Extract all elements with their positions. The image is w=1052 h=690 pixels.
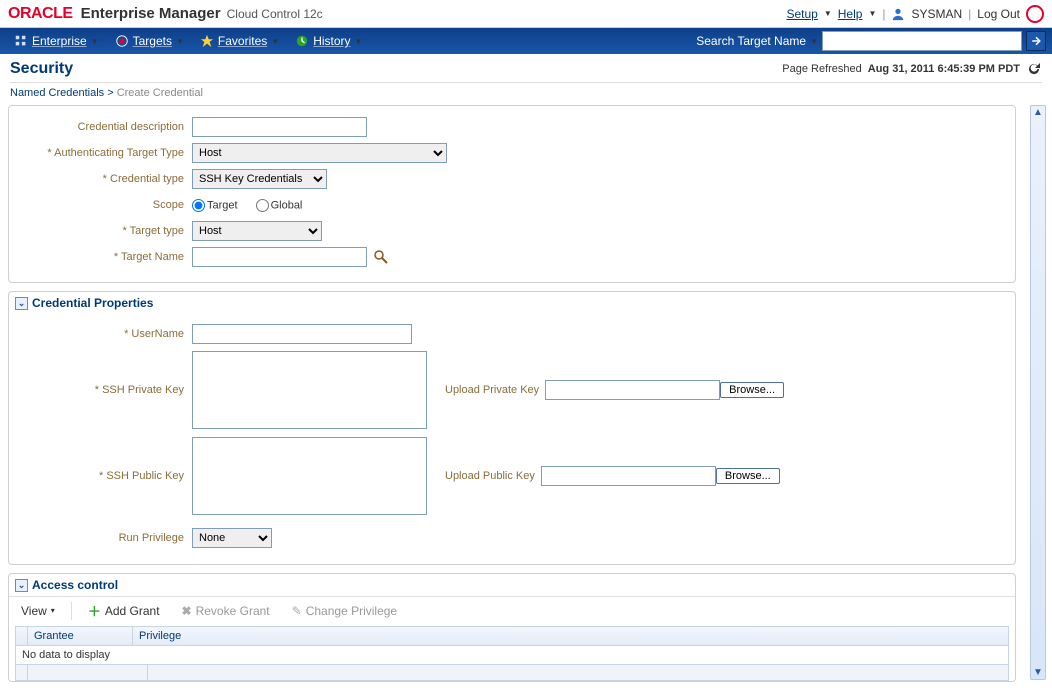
caret-down-icon: ▼ (810, 37, 818, 46)
auth-target-type-select[interactable]: Host (192, 143, 447, 163)
user-icon (891, 6, 905, 21)
label-target-name: Target Name (17, 251, 192, 263)
nav-history[interactable]: History▼ (287, 34, 370, 48)
label-credential-description: Credential description (17, 121, 192, 133)
product-subtitle: Cloud Control 12c (227, 7, 323, 21)
label-username: UserName (17, 328, 192, 340)
add-grant-button[interactable]: ＋Add Grant (82, 599, 166, 622)
scope-global-radio-wrap[interactable]: Global (256, 199, 303, 212)
target-icon (115, 34, 129, 48)
credential-form: Credential description Authenticating Ta… (8, 105, 1016, 283)
access-control-section: ⌄ Access control View ▾ ＋Add Grant ✖Revo… (8, 573, 1016, 682)
collapse-toggle[interactable]: ⌄ (15, 579, 28, 592)
oracle-logo: ORACLE (8, 5, 73, 23)
page-refreshed-time: Aug 31, 2011 6:45:39 PM PDT (868, 63, 1020, 75)
access-control-toolbar: View ▾ ＋Add Grant ✖Revoke Grant ✎Change … (9, 596, 1015, 624)
table-header: Grantee Privilege (16, 627, 1008, 646)
view-menu[interactable]: View ▾ (15, 602, 61, 620)
revoke-grant-button: ✖Revoke Grant (176, 602, 276, 620)
setup-menu[interactable]: Setup (786, 7, 817, 21)
collapse-toggle[interactable]: ⌄ (15, 297, 28, 310)
credential-properties-section: ⌄ Credential Properties UserName SSH Pri… (8, 291, 1016, 565)
separator (71, 602, 72, 620)
star-icon (200, 34, 214, 48)
credential-description-input[interactable] (192, 117, 367, 137)
vertical-scrollbar[interactable]: ▲ ▼ (1030, 105, 1046, 680)
column-grantee[interactable]: Grantee (28, 627, 133, 645)
label-auth-target-type: Authenticating Target Type (17, 147, 192, 159)
breadcrumb: Named Credentials > Create Credential (0, 85, 1052, 105)
label-upload-public-key: Upload Public Key (445, 470, 535, 482)
label-ssh-public-key: SSH Public Key (17, 470, 192, 482)
upload-public-key-input[interactable] (541, 466, 716, 486)
column-privilege[interactable]: Privilege (133, 627, 1008, 645)
breadcrumb-current: Create Credential (117, 87, 203, 99)
column-checkbox (16, 627, 28, 645)
search-go-button[interactable] (1026, 31, 1046, 51)
label-ssh-private-key: SSH Private Key (17, 384, 192, 396)
caret-down-icon: ▼ (824, 9, 832, 18)
x-icon: ✖ (182, 604, 192, 618)
product-name: Enterprise Manager (81, 5, 221, 22)
scroll-down-icon[interactable]: ▼ (1031, 667, 1045, 678)
label-credential-type: Credential type (17, 173, 192, 185)
oracle-ring-icon (1026, 5, 1044, 23)
target-type-select[interactable]: Host (192, 221, 322, 241)
page-title: Security (10, 60, 73, 78)
separator: | (968, 7, 971, 21)
scope-target-radio[interactable] (192, 199, 205, 212)
label-scope: Scope (17, 199, 192, 211)
browse-public-key-button[interactable]: Browse... (716, 468, 780, 484)
nav-targets[interactable]: Targets▼ (107, 34, 192, 48)
section-title-credential-properties: Credential Properties (32, 296, 153, 310)
search-input[interactable] (822, 31, 1022, 51)
pencil-icon: ✎ (292, 604, 302, 618)
username: SYSMAN (911, 7, 962, 21)
target-name-input[interactable] (192, 247, 367, 267)
scope-target-radio-wrap[interactable]: Target (192, 199, 238, 212)
separator: | (882, 7, 885, 21)
label-target-type: Target type (17, 225, 192, 237)
nav-favorites[interactable]: Favorites▼ (192, 34, 287, 48)
scope-global-radio[interactable] (256, 199, 269, 212)
upload-private-key-input[interactable] (545, 380, 720, 400)
search-icon[interactable] (373, 249, 389, 265)
ssh-private-key-textarea[interactable] (192, 351, 427, 429)
refresh-icon[interactable] (1026, 61, 1042, 77)
search-label: Search Target Name (696, 34, 806, 48)
scroll-up-icon[interactable]: ▲ (1031, 107, 1045, 118)
page-title-bar: Security Page Refreshed Aug 31, 2011 6:4… (0, 54, 1052, 80)
credential-type-select[interactable]: SSH Key Credentials (192, 169, 327, 189)
grants-table: Grantee Privilege No data to display (15, 626, 1009, 681)
run-privilege-select[interactable]: None (192, 528, 272, 548)
label-run-privilege: Run Privilege (17, 532, 192, 544)
section-title-access-control: Access control (32, 578, 118, 592)
username-input[interactable] (192, 324, 412, 344)
logout-link[interactable]: Log Out (977, 7, 1020, 21)
ssh-public-key-textarea[interactable] (192, 437, 427, 515)
browse-private-key-button[interactable]: Browse... (720, 382, 784, 398)
history-icon (295, 34, 309, 48)
change-privilege-button: ✎Change Privilege (286, 602, 403, 620)
caret-down-icon: ▼ (868, 9, 876, 18)
plus-icon: ＋ (88, 601, 101, 620)
nav-enterprise[interactable]: Enterprise▼ (6, 34, 107, 48)
grid-icon (14, 34, 28, 48)
main-nav: Enterprise▼ Targets▼ Favorites▼ History▼… (0, 28, 1052, 54)
table-empty-message: No data to display (16, 646, 1008, 664)
label-upload-private-key: Upload Private Key (445, 384, 539, 396)
app-header: ORACLE Enterprise Manager Cloud Control … (0, 0, 1052, 28)
page-refreshed-label: Page Refreshed (782, 63, 862, 75)
arrow-right-icon (1030, 35, 1042, 47)
help-menu[interactable]: Help (838, 7, 863, 21)
table-footer (16, 664, 1008, 680)
breadcrumb-parent[interactable]: Named Credentials (10, 87, 104, 99)
